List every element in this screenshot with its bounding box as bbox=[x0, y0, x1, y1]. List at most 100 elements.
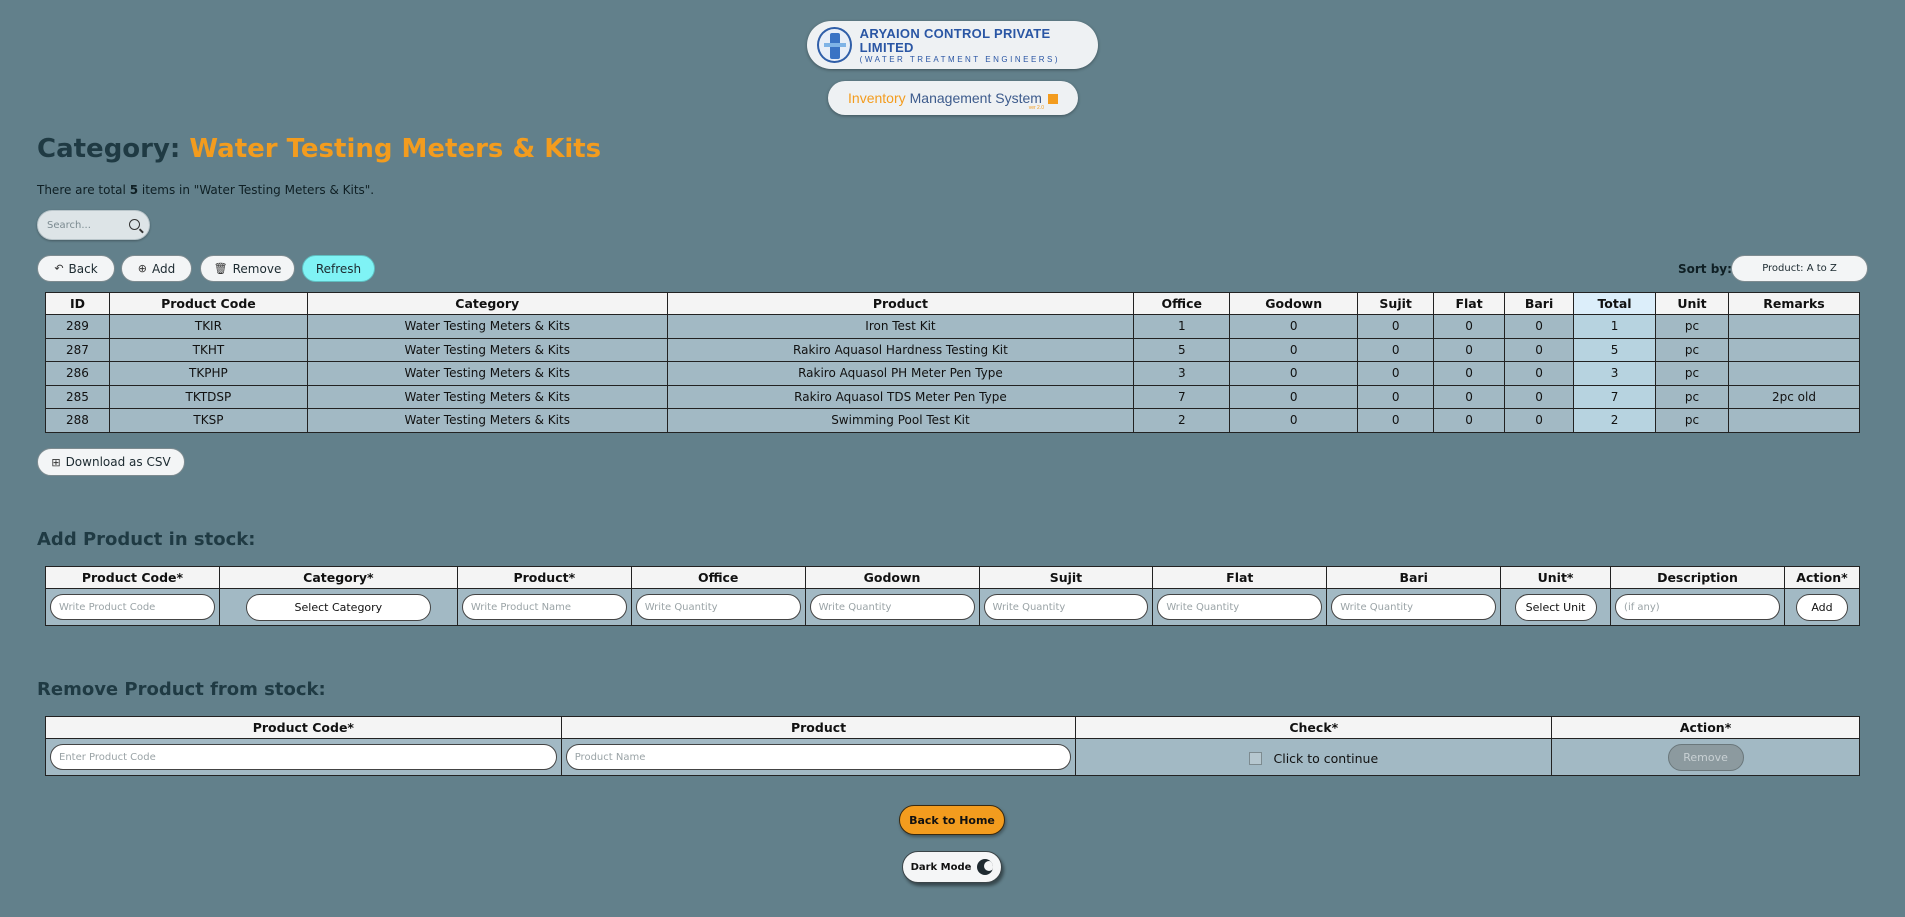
table-cell: pc bbox=[1655, 408, 1729, 433]
ims-logo: Inventory Management System ver 2.0 bbox=[828, 81, 1078, 115]
table-cell: pc bbox=[1655, 361, 1729, 386]
table-cell: Iron Test Kit bbox=[666, 314, 1135, 339]
remove-input-row: Click to continue Remove bbox=[45, 738, 1860, 776]
table-cell: 0 bbox=[1229, 408, 1359, 433]
table-cell: 1 bbox=[1133, 314, 1231, 339]
table-cell: 0 bbox=[1229, 337, 1359, 362]
table-cell bbox=[1727, 408, 1861, 433]
select-unit-button[interactable]: Select Unit bbox=[1514, 593, 1597, 621]
table-cell: Swimming Pool Test Kit bbox=[666, 408, 1135, 433]
table-cell bbox=[1727, 361, 1861, 386]
trash-icon: 🗑 bbox=[213, 262, 228, 275]
page-title-prefix: Category: bbox=[37, 134, 181, 164]
table-cell: 0 bbox=[1504, 384, 1575, 409]
refresh-button[interactable]: Refresh bbox=[302, 255, 375, 282]
folder-download-icon: ⊞ bbox=[51, 455, 61, 469]
add-button[interactable]: ⊕ Add bbox=[121, 255, 192, 282]
column-header: Office bbox=[630, 566, 806, 589]
table-cell: 2 bbox=[1133, 408, 1231, 433]
column-header: Bari bbox=[1326, 566, 1502, 589]
column-header: ID bbox=[45, 292, 110, 315]
table-cell: 287 bbox=[45, 337, 110, 362]
table-cell: 0 bbox=[1357, 384, 1435, 409]
column-header: Godown bbox=[1229, 292, 1359, 315]
table-row: 288 TKSP Water Testing Meters & Kits Swimmi… bbox=[45, 408, 1861, 433]
sort-select[interactable]: Product: A to Z bbox=[1731, 255, 1868, 282]
search-icon[interactable] bbox=[129, 219, 140, 230]
product-name-input[interactable] bbox=[461, 594, 627, 620]
column-header: Product bbox=[560, 716, 1077, 739]
ims-edit-icon bbox=[1047, 94, 1058, 104]
inventory-body: 289 TKIR Water Testing Meters & Kits Iron T… bbox=[45, 314, 1861, 433]
office-qty-input[interactable] bbox=[635, 594, 801, 620]
table-cell: Rakiro Aquasol PH Meter Pen Type bbox=[666, 361, 1135, 386]
table-cell: 7 bbox=[1573, 384, 1656, 409]
column-header: Product* bbox=[456, 566, 632, 589]
godown-qty-input[interactable] bbox=[809, 594, 975, 620]
remove-product-button[interactable]: Remove bbox=[1667, 743, 1744, 771]
confirm-checkbox[interactable] bbox=[1249, 751, 1263, 765]
remove-product-code-input[interactable] bbox=[50, 744, 557, 770]
description-input[interactable] bbox=[1615, 594, 1780, 620]
column-header: Sujit bbox=[978, 566, 1154, 589]
summary-prefix: There are total bbox=[37, 183, 126, 197]
table-cell: 1 bbox=[1573, 314, 1656, 339]
remove-button-label: Remove bbox=[232, 261, 282, 276]
column-header: Check* bbox=[1075, 716, 1553, 739]
add-product-button[interactable]: Add bbox=[1795, 593, 1848, 621]
column-header: Remarks bbox=[1727, 292, 1861, 315]
table-cell: 0 bbox=[1504, 314, 1575, 339]
company-tagline: (WATER TREATMENT ENGINEERS) bbox=[859, 54, 1061, 64]
add-product-table: Product Code* Category* Product* Office Godo… bbox=[45, 566, 1861, 626]
table-cell: 0 bbox=[1433, 361, 1506, 386]
company-emblem-icon bbox=[817, 27, 852, 63]
plus-circle-icon: ⊕ bbox=[137, 262, 147, 275]
table-cell: 0 bbox=[1504, 361, 1575, 386]
inventory-table: ID Product Code Category Product Office Godow… bbox=[45, 292, 1861, 433]
download-csv-button[interactable]: ⊞ Download as CSV bbox=[37, 448, 185, 476]
back-to-home-button[interactable]: Back to Home bbox=[899, 805, 1005, 835]
table-cell: Water Testing Meters & Kits bbox=[306, 361, 668, 386]
summary-count: 5 bbox=[129, 183, 139, 197]
add-section-title: Add Product in stock: bbox=[37, 529, 256, 550]
select-category-button[interactable]: Select Category bbox=[245, 593, 431, 621]
remove-button[interactable]: 🗑 Remove bbox=[200, 255, 295, 282]
table-cell: 0 bbox=[1357, 314, 1435, 339]
remove-product-name-input[interactable] bbox=[565, 744, 1072, 770]
table-cell: 2pc old bbox=[1727, 384, 1861, 409]
column-header: Total bbox=[1573, 292, 1656, 315]
confirm-checkbox-label: Click to continue bbox=[1273, 750, 1379, 766]
flat-qty-input[interactable] bbox=[1157, 594, 1323, 620]
column-header: Sujit bbox=[1357, 292, 1435, 315]
table-cell: Rakiro Aquasol TDS Meter Pen Type bbox=[666, 384, 1135, 409]
table-cell: 0 bbox=[1357, 337, 1435, 362]
table-cell: 0 bbox=[1229, 361, 1359, 386]
table-cell: 0 bbox=[1229, 314, 1359, 339]
moon-icon bbox=[977, 859, 994, 875]
product-code-input[interactable] bbox=[50, 594, 215, 620]
sujit-qty-input[interactable] bbox=[983, 594, 1149, 620]
search-input[interactable] bbox=[38, 211, 123, 239]
dark-mode-button[interactable]: Dark Mode bbox=[902, 851, 1002, 883]
table-cell: pc bbox=[1655, 314, 1729, 339]
column-header: Flat bbox=[1152, 566, 1328, 589]
table-cell: 288 bbox=[45, 408, 110, 433]
table-cell: TKIR bbox=[108, 314, 308, 339]
back-button[interactable]: ↶ Back bbox=[37, 255, 115, 282]
page-title-category: Water Testing Meters & Kits bbox=[189, 134, 602, 164]
table-cell: 0 bbox=[1357, 408, 1435, 433]
table-cell: 3 bbox=[1133, 361, 1231, 386]
column-header: Category bbox=[306, 292, 668, 315]
bari-qty-input[interactable] bbox=[1331, 594, 1497, 620]
page-title: Category: Water Testing Meters & Kits bbox=[37, 134, 601, 164]
table-cell: TKTDSP bbox=[108, 384, 308, 409]
table-cell: 289 bbox=[45, 314, 110, 339]
table-cell: TKSP bbox=[108, 408, 308, 433]
table-cell: Water Testing Meters & Kits bbox=[306, 337, 668, 362]
company-name: ARYAION CONTROL PRIVATE LIMITED bbox=[859, 25, 1051, 55]
table-cell: 7 bbox=[1133, 384, 1231, 409]
column-header: Unit* bbox=[1500, 566, 1612, 589]
back-button-label: Back bbox=[68, 261, 98, 276]
table-row: 285 TKTDSP Water Testing Meters & Kits Raki… bbox=[45, 384, 1861, 409]
company-logo: ARYAION CONTROL PRIVATE LIMITED (WATER T… bbox=[807, 21, 1098, 69]
